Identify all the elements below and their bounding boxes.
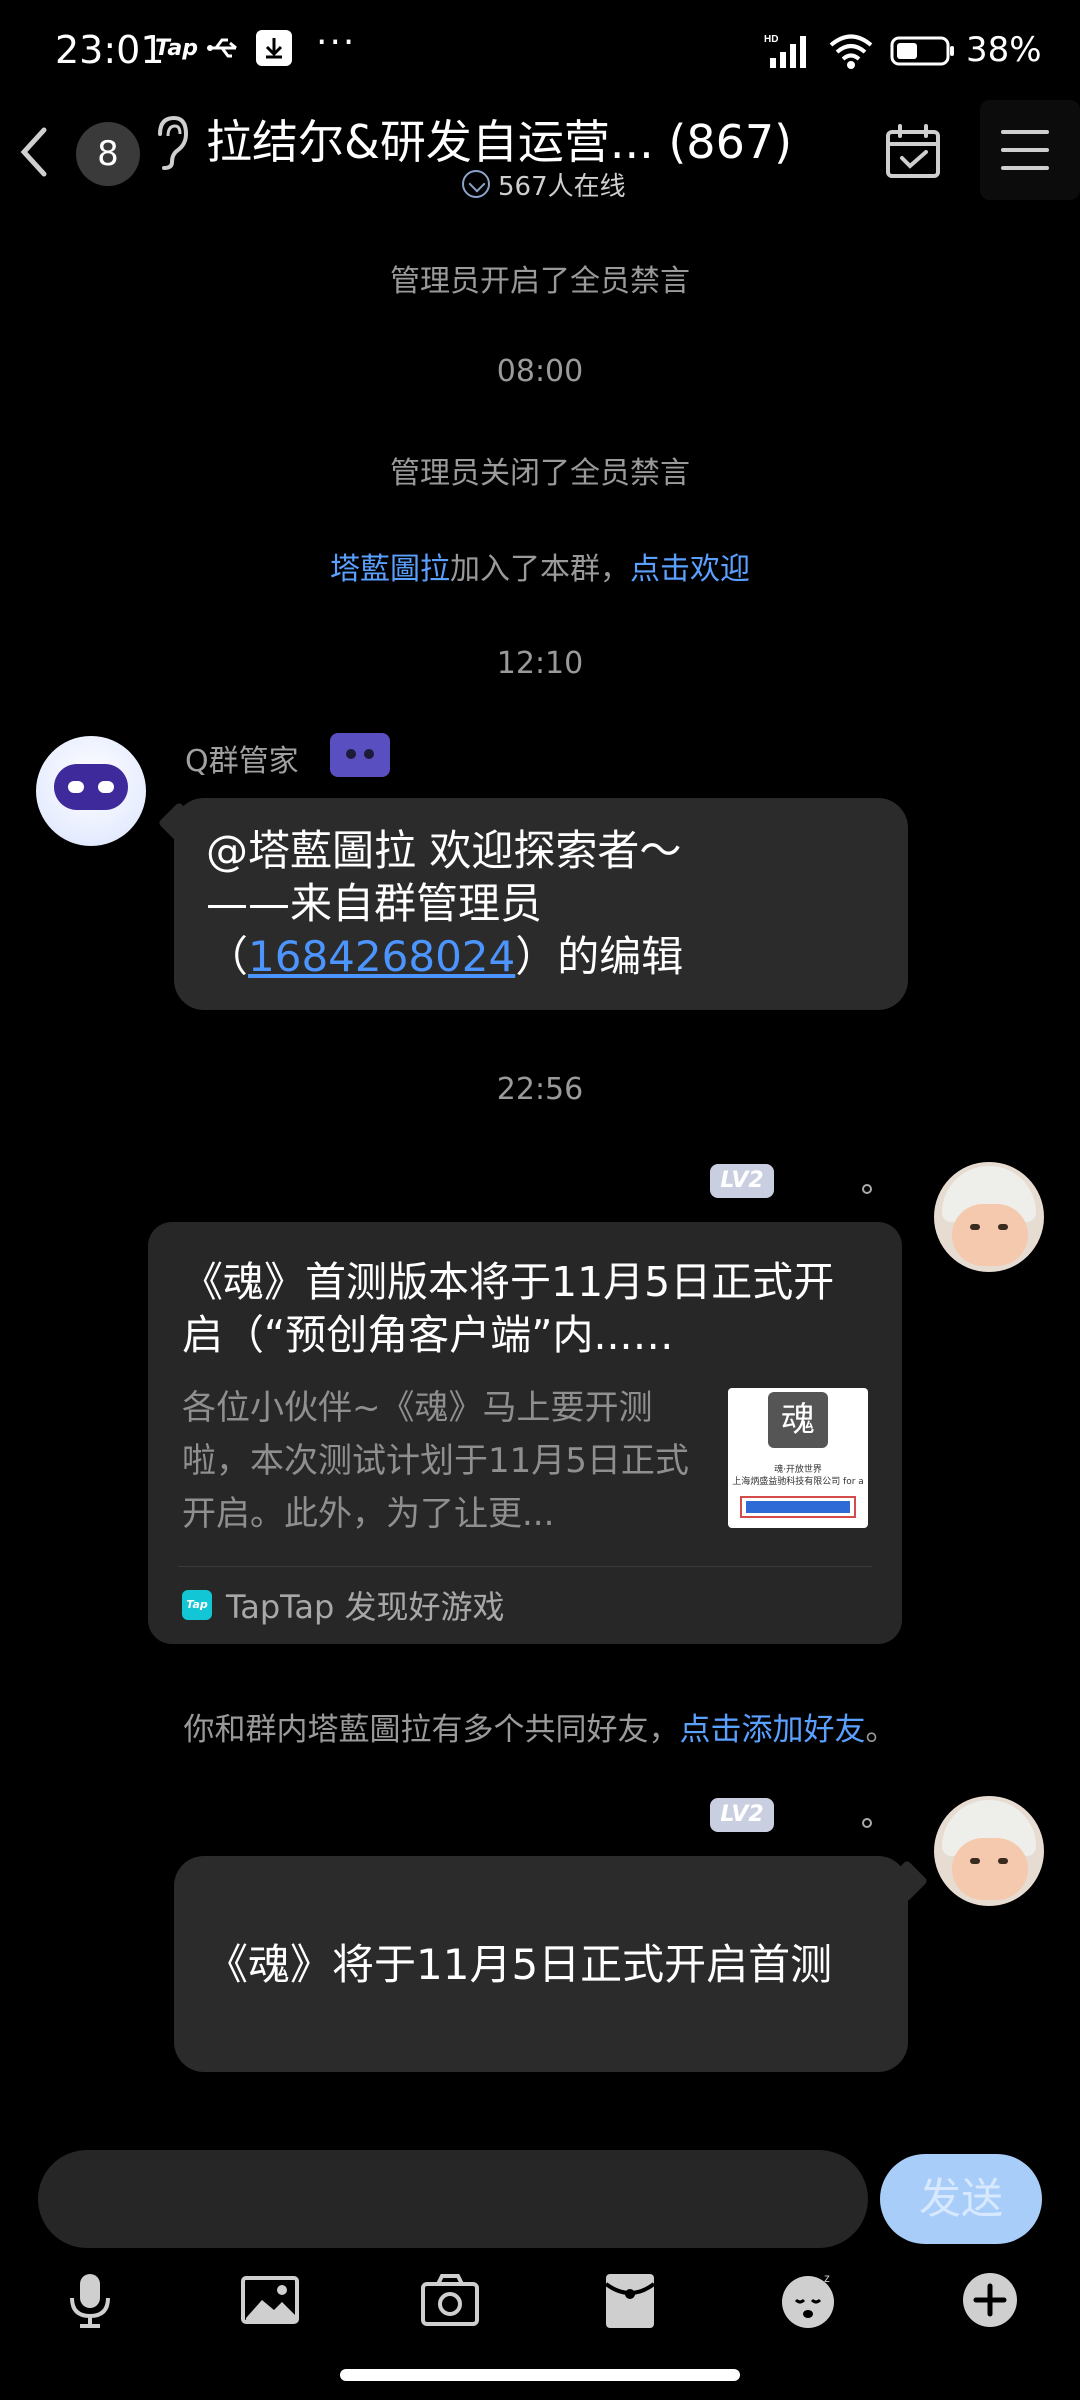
- taptap-logo-icon: Tap: [182, 1590, 212, 1620]
- chevron-down-icon: [462, 170, 490, 198]
- battery-icon: [890, 36, 954, 66]
- game-logo: 魂: [768, 1392, 828, 1448]
- my-avatar[interactable]: [934, 1162, 1044, 1272]
- card-thumbnail: 魂 魂·开放世界 上海炳盛益驰科技有限公司 for a: [728, 1388, 868, 1528]
- my-message-bubble[interactable]: 《魂》将于11月5日正式开启首测: [174, 1856, 908, 2072]
- message-line: @塔藍圖拉 欢迎探索者～: [206, 826, 682, 875]
- download-icon: [256, 30, 292, 66]
- join-text: 加入了本群，: [450, 552, 630, 587]
- card-title: 《魂》首测版本将于11月5日正式开启（“预创角客户端”内...…: [182, 1258, 835, 1359]
- bot-face: [54, 764, 128, 810]
- timestamp: 12:10: [496, 646, 584, 681]
- avatar-face: [952, 1204, 1028, 1266]
- avatar-eye: [998, 1858, 1008, 1864]
- message-text: ）的编辑: [515, 932, 684, 981]
- online-count[interactable]: 567人在线: [462, 164, 626, 204]
- robot-tag-icon: [330, 733, 390, 777]
- red-packet-icon[interactable]: [600, 2270, 660, 2330]
- level-badge: LV2: [710, 1798, 774, 1832]
- unread-badge[interactable]: 8: [76, 122, 140, 186]
- card-source-label: TapTap 发现好游戏: [226, 1588, 505, 1626]
- menu-icon: [1001, 130, 1049, 170]
- calendar-check-icon[interactable]: [884, 122, 942, 180]
- ear-icon[interactable]: [148, 112, 192, 172]
- status-dot: [862, 1818, 872, 1828]
- bot-message-bubble[interactable]: @塔藍圖拉 欢迎探索者～ ——来自群管理员 （1684268024）的编辑: [174, 798, 908, 1010]
- message-input[interactable]: [38, 2150, 868, 2248]
- group-title[interactable]: 拉结尔&研发自运营... (867): [206, 106, 792, 172]
- timestamp: 22:56: [496, 1072, 584, 1107]
- avatar-eye: [998, 1224, 1008, 1230]
- system-message: 管理员开启了全员禁言: [390, 264, 690, 299]
- svg-text:HD: HD: [764, 34, 778, 45]
- thumb-button: [740, 1496, 856, 1518]
- bot-eye: [98, 781, 114, 793]
- avatar-eye: [970, 1224, 980, 1230]
- camera-icon[interactable]: [420, 2270, 480, 2330]
- input-toolbar: z: [0, 2270, 1080, 2330]
- divider: [178, 1566, 872, 1567]
- welcome-link[interactable]: 点击欢迎: [630, 552, 750, 587]
- friend-suggestion-text: 你和群内塔藍圖拉有多个共同好友，: [183, 1712, 680, 1748]
- signal-icon: HD: [764, 34, 806, 68]
- system-message: 管理员关闭了全员禁言: [390, 456, 690, 491]
- send-button[interactable]: 发送: [880, 2154, 1042, 2244]
- more-notifications-icon: ···: [316, 22, 357, 63]
- message-line: ——来自群管理员: [206, 879, 543, 928]
- level-badge: LV2: [710, 1164, 774, 1198]
- card-source: Tap TapTap 发现好游戏: [182, 1582, 505, 1628]
- usb-icon: [207, 38, 237, 58]
- bot-avatar[interactable]: [36, 736, 146, 846]
- friend-suggestion-end: 。: [865, 1712, 897, 1748]
- sticker-icon[interactable]: z: [780, 2270, 840, 2330]
- online-count-label: 567人在线: [498, 171, 626, 202]
- wifi-icon: [829, 34, 873, 69]
- svg-text:z: z: [824, 2271, 830, 2285]
- chat-header: 8 拉结尔&研发自运营... (867) 567人在线: [0, 100, 1080, 210]
- paren: （: [206, 932, 249, 981]
- battery-percent: 38%: [966, 30, 1042, 70]
- sender-name[interactable]: Q群管家: [185, 736, 299, 780]
- image-icon[interactable]: [240, 2270, 300, 2330]
- status-bar: 23:01 Tap ··· HD 38%: [0, 0, 1080, 100]
- microphone-icon[interactable]: [60, 2270, 120, 2330]
- join-user-link[interactable]: 塔藍圖拉: [330, 552, 450, 587]
- menu-button[interactable]: [980, 100, 1080, 200]
- card-description: 各位小伙伴~《魂》马上要开测啦，本次测试计划于11月5日正式开启。此外，为了让更…: [182, 1388, 689, 1534]
- friend-suggestion: 你和群内塔藍圖拉有多个共同好友，点击添加好友。: [0, 1704, 1080, 1749]
- plus-icon[interactable]: [960, 2270, 1020, 2330]
- thumb-caption: 上海炳盛益驰科技有限公司 for a: [732, 1477, 864, 1487]
- avatar-eye: [970, 1858, 980, 1864]
- bot-eye: [68, 781, 84, 793]
- avatar-face: [952, 1838, 1028, 1900]
- my-avatar[interactable]: [934, 1796, 1044, 1906]
- join-notice: 塔藍圖拉加入了本群，点击欢迎: [0, 544, 1080, 588]
- timestamp: 08:00: [496, 354, 584, 389]
- qq-number-link[interactable]: 1684268024: [248, 932, 515, 981]
- message-line: （1684268024）的编辑: [206, 930, 876, 983]
- home-indicator[interactable]: [340, 2369, 740, 2381]
- chat-screen: 23:01 Tap ··· HD 38% 8 拉结尔&研发自运营... (867…: [0, 0, 1080, 2400]
- back-icon[interactable]: [12, 120, 56, 184]
- taptap-status-icon: Tap: [155, 36, 198, 61]
- share-card[interactable]: 《魂》首测版本将于11月5日正式开启（“预创角客户端”内...… 各位小伙伴~《…: [148, 1222, 902, 1644]
- status-time: 23:01: [55, 28, 165, 72]
- status-dot: [862, 1184, 872, 1194]
- add-friend-link[interactable]: 点击添加好友: [680, 1712, 866, 1748]
